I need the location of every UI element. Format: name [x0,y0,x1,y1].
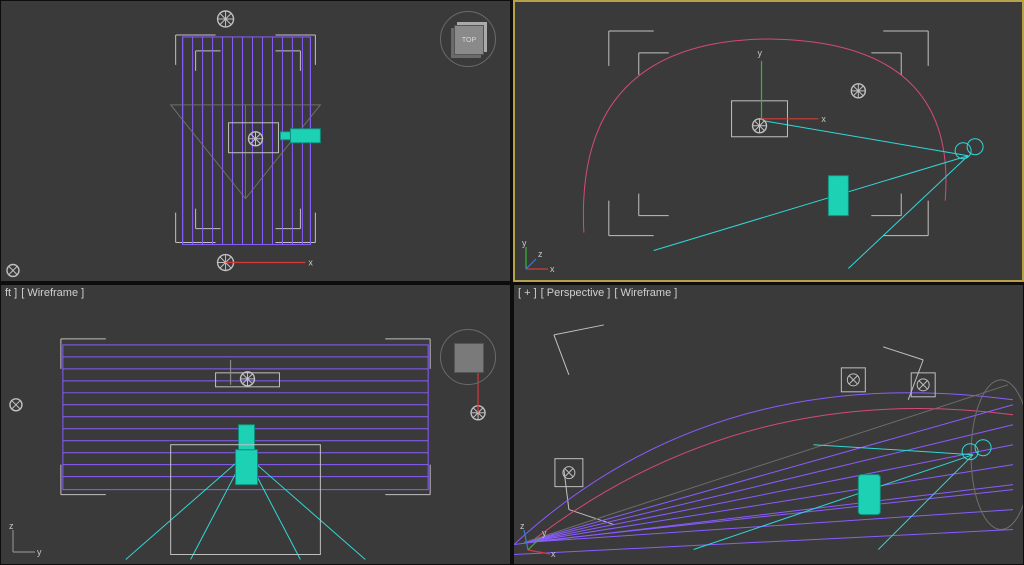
viewport-front-scene[interactable]: x y [514,1,1023,281]
omni-light-icon [7,265,19,277]
viewport-left[interactable]: ft ] [ Wireframe ] [0,284,511,565]
viewcube-icon[interactable] [440,329,496,385]
svg-text:y: y [522,238,527,248]
svg-text:x: x [551,549,556,559]
viewport-perspective[interactable]: [ + ] [ Perspective ] [ Wireframe ] [513,284,1024,565]
viewport-left-scene[interactable] [1,285,510,565]
omni-light-icon [841,367,865,391]
viewport-plus-button[interactable]: [ + ] [518,287,537,299]
viewport-front[interactable]: x y x y z [513,0,1024,282]
svg-text:x: x [550,264,555,274]
svg-text:y: y [542,528,547,538]
omni-light-icon [753,119,767,133]
selected-object[interactable] [828,176,848,216]
axis-tripod-icon: x y z [518,520,558,560]
viewport-shading-button[interactable]: [ Wireframe ] [21,287,84,299]
omni-light-icon [851,84,865,98]
viewport-top-scene[interactable]: x [1,1,510,281]
svg-text:z: z [9,521,14,531]
omni-light-icon [555,458,583,486]
viewcube-icon[interactable]: TOP [440,11,496,67]
viewport-name-button[interactable]: [ Perspective ] [541,287,611,299]
axis-tripod-icon: y z [5,520,45,560]
viewport-label[interactable]: [ + ] [ Perspective ] [ Wireframe ] [518,287,677,299]
transform-gizmo[interactable]: x y [758,48,827,124]
svg-text:y: y [758,48,763,58]
camera-icon [236,424,258,484]
viewport-name-button[interactable]: ft ] [5,287,17,299]
omni-light-icon [10,398,22,410]
viewport-top[interactable]: TOP [0,0,511,282]
viewport-perspective-scene[interactable] [514,285,1023,565]
camera-icon [280,129,320,143]
camera-frustum-top [171,105,321,199]
axis-x-label: x [308,258,313,268]
viewport-shading-button[interactable]: [ Wireframe ] [614,287,677,299]
svg-text:x: x [821,114,826,124]
selected-object[interactable] [858,474,880,514]
camera-icon [955,139,983,159]
camera-target-top [229,123,279,153]
omni-light-icon [218,11,234,27]
svg-text:z: z [538,249,543,259]
viewport-label[interactable]: ft ] [ Wireframe ] [5,287,84,299]
axis-tripod-icon: x y z [518,237,558,277]
svg-text:z: z [520,521,525,531]
viewport-grid: TOP [0,0,1024,565]
mesh-tube-perspective [514,379,1023,554]
camera-frustum-front [654,121,968,269]
mesh-tube-curve-front [583,39,946,233]
omni-light-icon [249,132,263,146]
omni-light-icon [241,371,255,385]
svg-text:y: y [37,547,42,557]
